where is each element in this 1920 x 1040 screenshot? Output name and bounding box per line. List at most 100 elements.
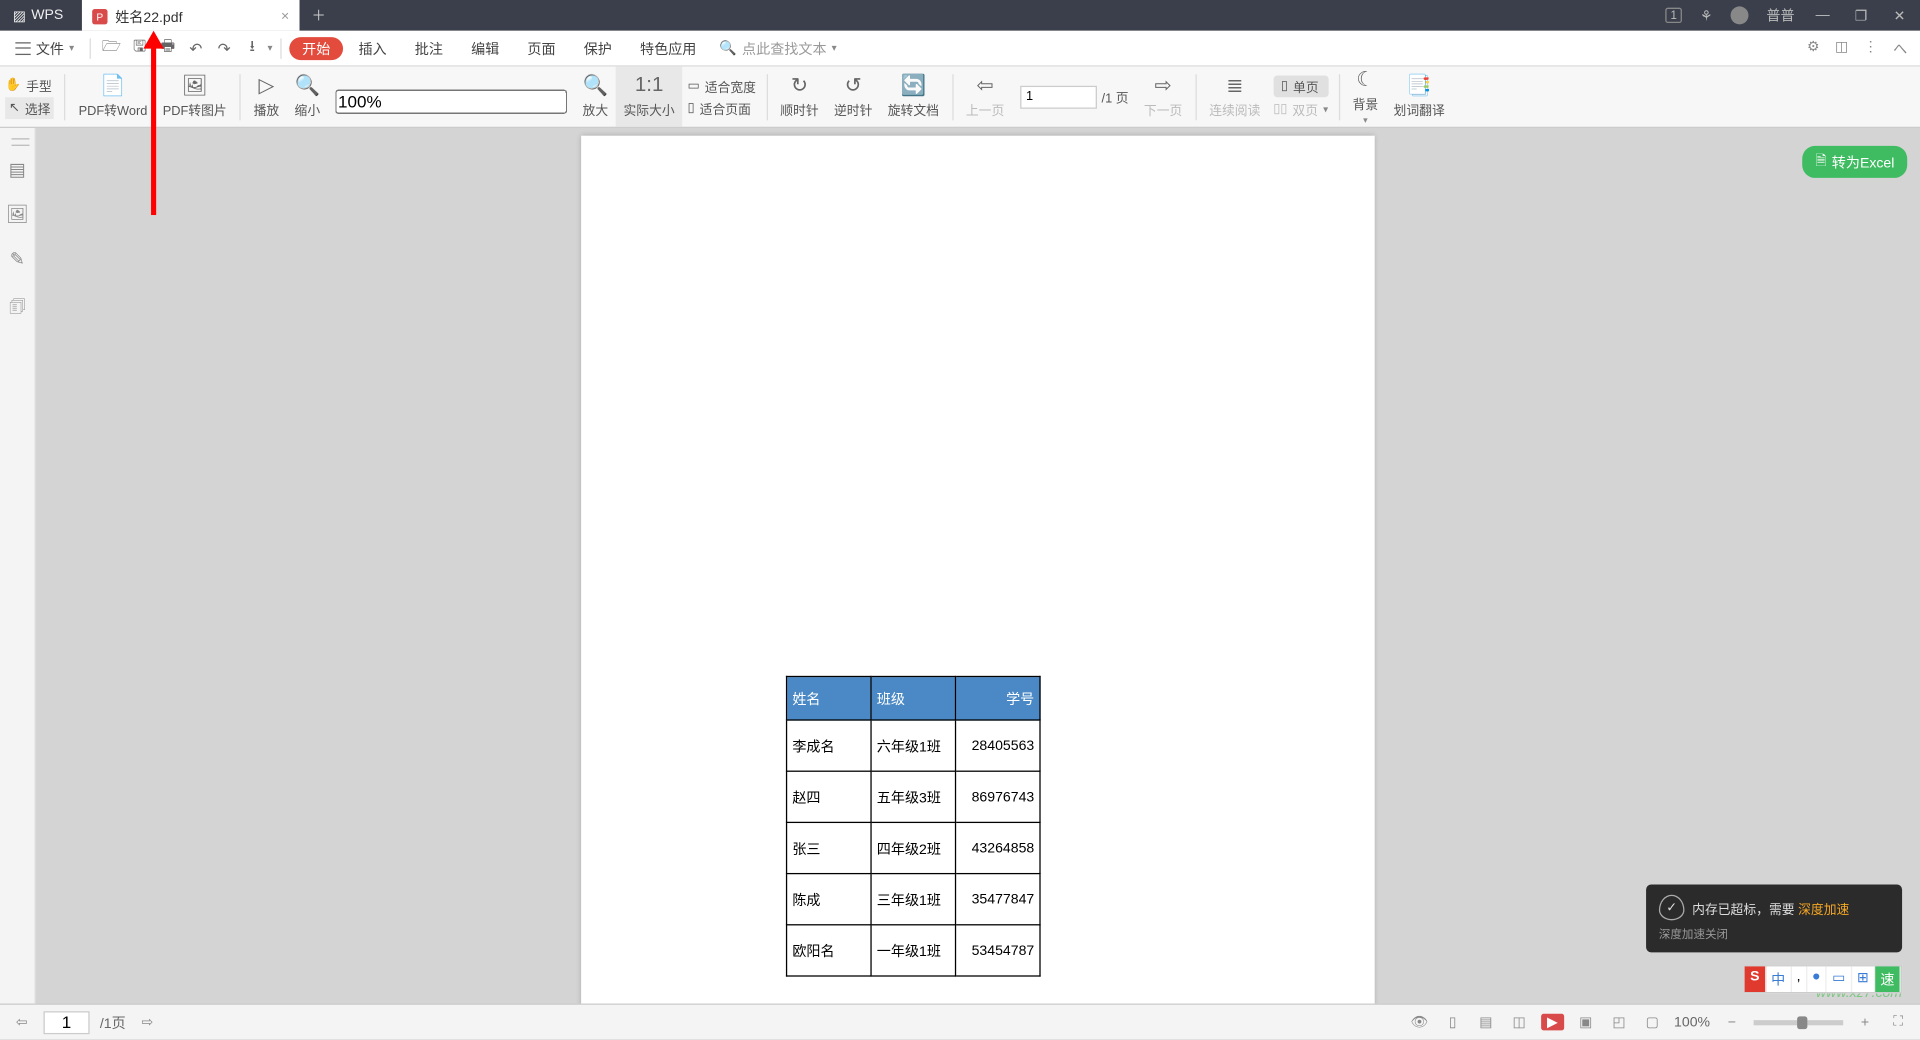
play-button[interactable]: ▷播放 xyxy=(246,67,287,127)
tab-special[interactable]: 特色应用 xyxy=(627,31,709,66)
page-total: /1 页 xyxy=(1102,87,1129,106)
rotate-ccw[interactable]: ↺逆时针 xyxy=(826,67,880,127)
zoom-select[interactable] xyxy=(328,67,575,127)
search-box[interactable]: 🔍 点此查找文本 ▾ xyxy=(719,38,836,58)
zoom-in-button[interactable]: 🔍放大 xyxy=(575,67,616,127)
notif-text: 内存已超标，需要 xyxy=(1692,903,1794,917)
sb-view1-icon[interactable]: ▯ xyxy=(1441,1014,1464,1031)
tool-mode: ✋手型 ↖选择 xyxy=(0,67,59,127)
qat-caret-icon[interactable]: ▾ xyxy=(268,42,273,54)
page-input[interactable] xyxy=(1020,85,1097,108)
ime-keyboard-icon[interactable]: ▭ xyxy=(1827,966,1852,992)
tab-start[interactable]: 开始 xyxy=(289,36,343,59)
sb-eye-icon[interactable]: 👁 xyxy=(1408,1014,1431,1031)
skin-icon[interactable]: ◫ xyxy=(1835,38,1848,58)
translate-button[interactable]: 📑划词翻译 xyxy=(1386,67,1453,127)
prev-page[interactable]: ⇦上一页 xyxy=(958,67,1012,127)
fit-group: ▭适合宽度 ▯适合页面 xyxy=(682,67,761,127)
sb-zoom-out-icon[interactable]: − xyxy=(1720,1014,1743,1029)
page-content: 姓名 班级 学号 李成名六年级1班28405563 赵四五年级3班8697674… xyxy=(786,676,1041,977)
search-placeholder: 点此查找文本 xyxy=(742,38,826,58)
workspace: 姓名 班级 学号 李成名六年级1班28405563 赵四五年级3班8697674… xyxy=(36,128,1920,1004)
notif-subtext: 深度加速关闭 xyxy=(1659,925,1889,942)
page-layout-group: ▯单页 ▯▯双页▾ xyxy=(1268,67,1333,127)
file-menu[interactable]: 文件 ▾ xyxy=(8,38,82,58)
export-icon[interactable]: ⭳ xyxy=(239,35,265,62)
sb-fullscreen-icon[interactable]: ⛶ xyxy=(1887,1014,1910,1031)
sb-next-icon[interactable]: ⇨ xyxy=(136,1014,159,1031)
close-window-icon[interactable]: ✕ xyxy=(1889,7,1909,24)
continuous-read[interactable]: ≣连续阅读 xyxy=(1202,67,1269,127)
app-tab[interactable]: ▨ WPS xyxy=(0,0,82,31)
sb-fit1-icon[interactable]: ▣ xyxy=(1574,1014,1597,1031)
actual-size-button[interactable]: 1:1实际大小 xyxy=(616,67,683,127)
sb-fit2-icon[interactable]: ◰ xyxy=(1608,1014,1631,1031)
undo-icon[interactable]: ↶ xyxy=(183,39,209,57)
redo-icon[interactable]: ↷ xyxy=(211,39,237,57)
hand-tool[interactable]: ✋手型 xyxy=(5,75,54,94)
avatar-icon[interactable] xyxy=(1731,6,1749,24)
sb-fit3-icon[interactable]: ▢ xyxy=(1641,1014,1664,1031)
ime-grid-icon[interactable]: ⊞ xyxy=(1852,966,1875,992)
pdf-to-word[interactable]: 📄PDF转Word xyxy=(71,67,155,127)
memory-notification[interactable]: ✓ 内存已超标，需要 深度加速 深度加速关闭 xyxy=(1646,884,1902,952)
table-row: 赵四五年级3班86976743 xyxy=(787,771,1040,822)
notif-badge[interactable]: 1 xyxy=(1665,8,1682,23)
ime-lang[interactable]: 中 xyxy=(1766,966,1792,992)
annotation-arrow xyxy=(151,44,156,216)
pdf-icon: P xyxy=(92,9,107,24)
ime-punct[interactable]: , xyxy=(1792,966,1807,992)
select-tool[interactable]: ↖选择 xyxy=(5,97,54,119)
bookmark-icon[interactable]: ✎ xyxy=(10,248,25,270)
sidebar-handle-icon[interactable] xyxy=(12,138,30,146)
zoom-slider[interactable] xyxy=(1754,1020,1844,1025)
fit-page[interactable]: ▯适合页面 xyxy=(688,98,756,117)
collapse-ribbon-icon[interactable]: へ xyxy=(1893,38,1907,58)
user-name[interactable]: 普普 xyxy=(1766,5,1794,25)
thumbnails-icon[interactable]: ▤ xyxy=(9,159,26,181)
gift-icon[interactable]: ⚘ xyxy=(1700,7,1713,24)
table-row: 李成名六年级1班28405563 xyxy=(787,720,1040,771)
title-bar: ▨ WPS P 姓名22.pdf × ＋ 1 ⚘ 普普 — ❐ ✕ xyxy=(0,0,1920,31)
caret-down-icon: ▾ xyxy=(69,42,74,54)
fit-width[interactable]: ▭适合宽度 xyxy=(688,76,756,95)
sb-view3-icon[interactable]: ◫ xyxy=(1508,1014,1531,1031)
zoom-out-button[interactable]: 🔍缩小 xyxy=(287,67,328,127)
tab-page[interactable]: 页面 xyxy=(515,31,569,66)
background-button[interactable]: ☾背景▾ xyxy=(1345,67,1386,127)
sb-zoom-label: 100% xyxy=(1674,1014,1710,1029)
ime-s-icon[interactable]: S xyxy=(1745,966,1766,992)
add-tab-button[interactable]: ＋ xyxy=(300,0,338,31)
image-icon[interactable]: 🖼 xyxy=(6,204,29,226)
maximize-icon[interactable]: ❐ xyxy=(1851,7,1871,24)
close-tab-icon[interactable]: × xyxy=(281,9,289,24)
pdf-to-image[interactable]: 🖼PDF转图片 xyxy=(155,67,234,127)
next-page[interactable]: ⇨下一页 xyxy=(1136,67,1190,127)
single-page[interactable]: ▯单页 xyxy=(1273,75,1328,97)
sb-prev-icon[interactable]: ⇦ xyxy=(10,1014,33,1031)
ime-toolbar[interactable]: S 中 , ● ▭ ⊞ 速 xyxy=(1744,965,1902,993)
ime-mic-icon[interactable]: ● xyxy=(1807,966,1827,992)
status-bar: ⇦ /1页 ⇨ 👁 ▯ ▤ ◫ ▶ ▣ ◰ ▢ 100% − + ⛶ xyxy=(0,1004,1920,1040)
minimize-icon[interactable]: — xyxy=(1812,8,1832,23)
more-icon[interactable]: ⋮ xyxy=(1864,38,1878,58)
convert-excel-button[interactable]: 🗎 转为Excel xyxy=(1803,146,1908,178)
ime-speed[interactable]: 速 xyxy=(1875,966,1901,992)
sb-zoom-in-icon[interactable]: + xyxy=(1853,1014,1876,1029)
rotate-cw[interactable]: ↻顺时针 xyxy=(773,67,827,127)
tab-edit[interactable]: 编辑 xyxy=(458,31,512,66)
file-tab[interactable]: P 姓名22.pdf × xyxy=(82,0,300,31)
tab-annotate[interactable]: 批注 xyxy=(402,31,456,66)
settings-icon[interactable]: ⚙ xyxy=(1807,38,1820,58)
attachment-icon[interactable]: 🗊 xyxy=(9,293,26,324)
wps-logo-icon: ▨ xyxy=(13,7,26,24)
open-icon[interactable]: 🗁 xyxy=(99,35,125,62)
double-page[interactable]: ▯▯双页▾ xyxy=(1273,99,1328,118)
tab-protect[interactable]: 保护 xyxy=(571,31,625,66)
sb-view2-icon[interactable]: ▤ xyxy=(1474,1014,1497,1031)
tab-insert[interactable]: 插入 xyxy=(346,31,400,66)
rotate-doc[interactable]: 🔄旋转文档 xyxy=(880,67,947,127)
ribbon: ✋手型 ↖选择 📄PDF转Word 🖼PDF转图片 ▷播放 🔍缩小 🔍放大 1:… xyxy=(0,67,1920,128)
sb-page-input[interactable] xyxy=(44,1011,90,1034)
sb-play-icon[interactable]: ▶ xyxy=(1541,1014,1564,1031)
